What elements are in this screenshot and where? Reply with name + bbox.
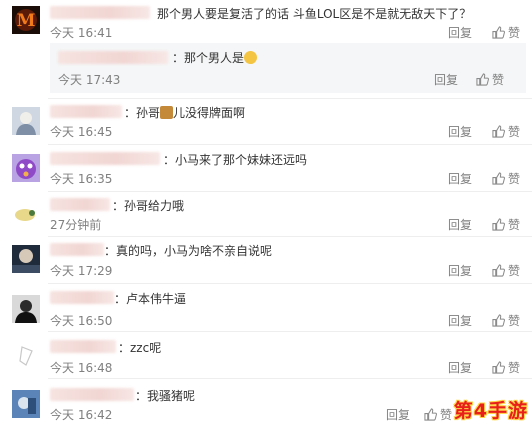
comment-time: 今天 16:50 <box>50 314 113 328</box>
svg-text:M: M <box>17 11 36 31</box>
like-button[interactable]: 赞 <box>492 123 520 140</box>
thumbs-up-icon <box>492 26 505 39</box>
comment-text: 那个男人要是复活了的话 斗鱼LOL区是不是就无敌天下了？ <box>157 7 472 21</box>
thumbs-up-icon <box>476 73 489 86</box>
comment-time: 今天 16:42 <box>50 408 113 422</box>
like-button[interactable]: 赞 <box>492 170 520 187</box>
reply-button[interactable]: 回复 <box>448 170 472 187</box>
avatar[interactable] <box>12 390 40 418</box>
comment-item: M 那个男人要是复活了的话 斗鱼LOL区是不是就无敌天下了？ 今天 16:41 … <box>0 0 532 100</box>
like-button[interactable]: 赞 <box>424 406 452 423</box>
comment-item: ：我骚猪呢 今天 16:42 回复 赞 <box>0 379 532 425</box>
watermark-logo: 第4手游 <box>453 400 528 422</box>
reply-button[interactable]: 回复 <box>448 123 472 140</box>
like-label: 赞 <box>508 172 521 186</box>
username-blurred[interactable] <box>50 340 116 353</box>
sub-reply-time: 今天 17:43 <box>58 73 121 87</box>
comment-time: 今天 16:41 <box>50 26 113 40</box>
comment-item: ：卢本伟牛逼 今天 16:50 回复 赞 <box>0 284 532 332</box>
like-button[interactable]: 赞 <box>492 24 520 41</box>
username-blurred[interactable] <box>50 388 134 401</box>
avatar[interactable]: M <box>12 6 40 34</box>
like-label: 赞 <box>508 125 521 139</box>
like-label: 赞 <box>508 314 521 328</box>
username-blurred[interactable] <box>50 198 110 211</box>
comment-text: ：孙哥给力哦 <box>112 199 185 213</box>
sub-reply-text: ：那个男人是 <box>172 49 258 66</box>
comment-text: ：小马来了那个妹妹还远吗 <box>163 153 308 167</box>
horse-emoji-icon <box>160 106 174 119</box>
like-button[interactable]: 赞 <box>492 359 520 376</box>
comment-item: ：孙哥给力哦 27分钟前 回复 赞 <box>0 193 532 237</box>
avatar[interactable] <box>12 200 40 228</box>
like-label: 赞 <box>508 361 521 375</box>
like-label: 赞 <box>508 26 521 40</box>
avatar[interactable] <box>12 107 40 135</box>
thumbs-up-icon <box>492 314 505 327</box>
like-button[interactable]: 赞 <box>492 312 520 329</box>
thumbs-up-icon <box>492 172 505 185</box>
reply-button[interactable]: 回复 <box>434 71 458 88</box>
divider <box>48 191 532 192</box>
divider <box>48 98 532 99</box>
username-blurred[interactable] <box>50 243 104 256</box>
like-label: 赞 <box>492 73 505 87</box>
reply-button[interactable]: 回复 <box>448 216 472 233</box>
username-blurred[interactable] <box>50 152 160 165</box>
reply-button[interactable]: 回复 <box>448 359 472 376</box>
like-label: 赞 <box>440 408 453 422</box>
thumbs-up-icon <box>492 264 505 277</box>
like-label: 赞 <box>508 264 521 278</box>
divider <box>48 144 532 145</box>
like-button[interactable]: 赞 <box>492 262 520 279</box>
username-blurred[interactable] <box>50 105 122 118</box>
thumbs-up-icon <box>492 361 505 374</box>
comment-time: 今天 16:45 <box>50 125 113 139</box>
comment-time: 今天 16:35 <box>50 172 113 186</box>
thumbs-up-icon <box>492 218 505 231</box>
reply-button[interactable]: 回复 <box>448 312 472 329</box>
comment-text: ：孙哥 儿没得牌面啊 <box>124 106 246 120</box>
sub-reply: ：那个男人是 今天 17:43 回复 赞 <box>50 43 526 93</box>
avatar[interactable] <box>12 342 40 370</box>
reply-button[interactable]: 回复 <box>448 262 472 279</box>
comment-time: 今天 16:48 <box>50 361 113 375</box>
comment-item: ：真的吗，小马为啥不亲自说呢 今天 17:29 回复 赞 <box>0 237 532 284</box>
comment-time: 27分钟前 <box>50 218 102 232</box>
comment-text: ：卢本伟牛逼 <box>114 292 187 306</box>
like-label: 赞 <box>508 218 521 232</box>
comment-text: ：真的吗，小马为啥不亲自说呢 <box>104 244 273 258</box>
avatar[interactable] <box>12 245 40 273</box>
comment-item: ：孙哥 儿没得牌面啊 今天 16:45 回复 赞 <box>0 100 532 147</box>
thumbs-up-icon <box>492 125 505 138</box>
comment-item: ：小马来了那个妹妹还远吗 今天 16:35 回复 赞 <box>0 147 532 193</box>
comment-time: 今天 17:29 <box>50 264 113 278</box>
username-blurred[interactable] <box>50 6 150 19</box>
comment-text: ：zzc呢 <box>118 341 162 355</box>
reply-button[interactable]: 回复 <box>386 406 410 423</box>
like-button[interactable]: 赞 <box>476 71 504 88</box>
username-blurred[interactable] <box>50 291 114 304</box>
comment-item: ：zzc呢 今天 16:48 回复 赞 <box>0 332 532 379</box>
like-button[interactable]: 赞 <box>492 216 520 233</box>
comment-text: ：我骚猪呢 <box>135 389 196 403</box>
thumbs-up-icon <box>424 408 437 421</box>
username-blurred[interactable] <box>58 51 168 64</box>
avatar[interactable] <box>12 295 40 323</box>
reply-button[interactable]: 回复 <box>448 24 472 41</box>
face-emoji-icon <box>244 51 258 64</box>
avatar[interactable] <box>12 154 40 182</box>
